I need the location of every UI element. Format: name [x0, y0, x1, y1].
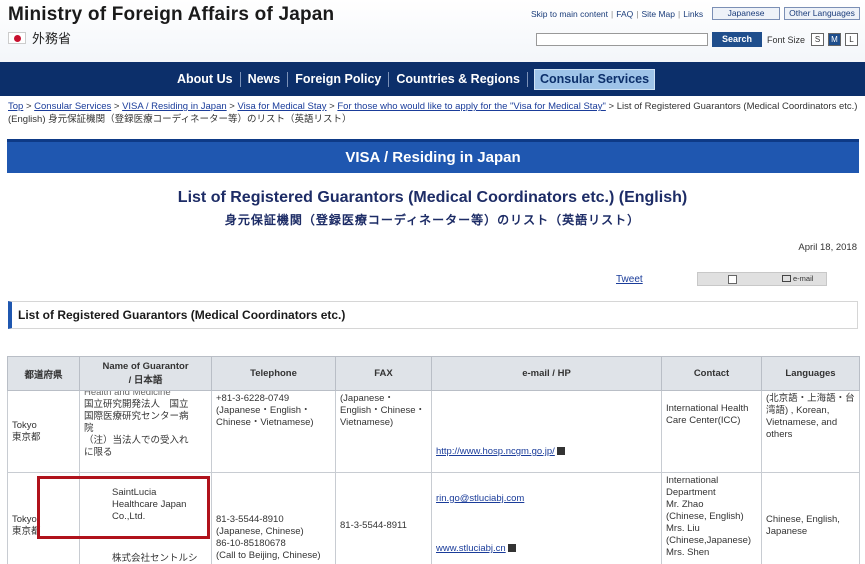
site-subtitle: 外務省 [8, 28, 71, 47]
search-button[interactable]: Search [712, 32, 762, 47]
skip-link[interactable]: Skip to main content [531, 9, 608, 19]
email-share-button[interactable]: e-mail [782, 274, 813, 283]
table-row: Tokyo 東京都 Health and Medicine 国立研究開発法人 国立… [7, 390, 860, 473]
list-heading: List of Registered Guarantors (Medical C… [8, 301, 858, 329]
row2-hp-link[interactable]: www.stluciabj.cn [436, 543, 506, 554]
row1-prefecture: Tokyo 東京都 [7, 390, 80, 473]
breadcrumb-visa[interactable]: VISA / Residing in Japan [122, 101, 227, 112]
row2-telephone: 81-3-5544-8910 (Japanese, Chinese) 86-10-… [211, 472, 336, 564]
row1-email-hp: http://www.hosp.ncgm.go.jp/ [431, 390, 662, 473]
email-share-label: e-mail [793, 274, 814, 283]
japan-flag-icon [8, 31, 26, 44]
publish-date: April 18, 2018 [798, 242, 857, 253]
font-size-small-button[interactable]: S [811, 33, 824, 46]
col-email-hp: e-mail / HP [431, 356, 662, 391]
breadcrumb-top[interactable]: Top [8, 101, 23, 112]
row1-name: Health and Medicine 国立研究開発法人 国立 国際医療研究セン… [79, 390, 212, 473]
row1-fax: (Japanese・English・Chinese・Vietnamese) [335, 390, 432, 473]
row2-name-ja: 株式会社セントルシアヘルスケアジャパン [112, 553, 198, 564]
search-input[interactable] [536, 33, 708, 46]
row2-email-hp: rin.go@stluciabj.com www.stluciabj.cn [431, 472, 662, 564]
other-languages-button[interactable]: Other Languages [784, 7, 860, 20]
breadcrumb-medical-stay[interactable]: Visa for Medical Stay [237, 101, 326, 112]
sitemap-link[interactable]: Site Map [641, 9, 675, 19]
breadcrumb-consular[interactable]: Consular Services [34, 101, 111, 112]
mail-icon [782, 275, 791, 282]
site-header: Ministry of Foreign Affairs of Japan 外務省… [0, 0, 865, 62]
external-link-icon [507, 544, 516, 552]
row1-contact: International Health Care Center(ICC) [661, 390, 762, 473]
col-languages: Languages [761, 356, 860, 391]
japanese-language-button[interactable]: Japanese [712, 7, 780, 20]
font-size-label: Font Size [767, 35, 806, 45]
col-telephone: Telephone [211, 356, 336, 391]
highlight-box [37, 476, 210, 539]
row2-languages: Chinese, English, Japanese [761, 472, 860, 564]
row2-email-link[interactable]: rin.go@stluciabj.com [436, 493, 524, 504]
page-title-ja: 身元保証機関（登録医療コーディネーター等）のリスト（英語リスト） [224, 213, 641, 227]
links-link[interactable]: Links [683, 9, 703, 19]
row2-contact: International Department Mr. Zhao (Chine… [661, 472, 762, 564]
row1-telephone: +81-3-6228-0749 (Japanese・English・Chinese… [211, 390, 336, 473]
share-bar: e-mail [697, 272, 827, 286]
nav-foreign-policy[interactable]: Foreign Policy [288, 71, 390, 87]
site-title[interactable]: Ministry of Foreign Affairs of Japan [8, 4, 334, 26]
breadcrumb: Top > Consular Services > VISA / Residin… [8, 101, 858, 125]
col-contact: Contact [661, 356, 762, 391]
faq-link[interactable]: FAQ [616, 9, 633, 19]
section-banner: VISA / Residing in Japan [7, 139, 859, 173]
nav-about-us[interactable]: About Us [170, 71, 241, 87]
font-size-medium-button[interactable]: M [828, 33, 841, 46]
font-size-large-button[interactable]: L [845, 33, 858, 46]
nav-news[interactable]: News [241, 71, 289, 87]
nav-consular-services[interactable]: Consular Services [533, 68, 656, 90]
row2-fax: 81-3-5544-8911 [335, 472, 432, 564]
site-subtitle-ja: 外務省 [32, 31, 72, 46]
col-prefecture: 都道府県 [7, 356, 80, 391]
main-nav: About Us News Foreign Policy Countries &… [0, 62, 865, 96]
col-fax: FAX [335, 356, 432, 391]
col-name: Name of Guarantor / 日本語 [79, 356, 212, 391]
tweet-link[interactable]: Tweet [616, 274, 643, 285]
table-header-row: 都道府県 Name of Guarantor / 日本語 Telephone FA… [7, 356, 860, 391]
nav-countries-regions[interactable]: Countries & Regions [389, 71, 528, 87]
row1-languages: (北京語・上海語・台湾語) , Korean, Vietnamese, and … [761, 390, 860, 473]
row1-hp-link[interactable]: http://www.hosp.ncgm.go.jp/ [436, 446, 555, 457]
page-title: List of Registered Guarantors (Medical C… [177, 189, 688, 206]
utility-links: Skip to main content | FAQ | Site Map | Lin… [531, 9, 704, 19]
breadcrumb-apply[interactable]: For those who would like to apply for th… [337, 101, 605, 112]
external-link-icon [556, 447, 565, 455]
print-icon[interactable] [728, 275, 737, 284]
